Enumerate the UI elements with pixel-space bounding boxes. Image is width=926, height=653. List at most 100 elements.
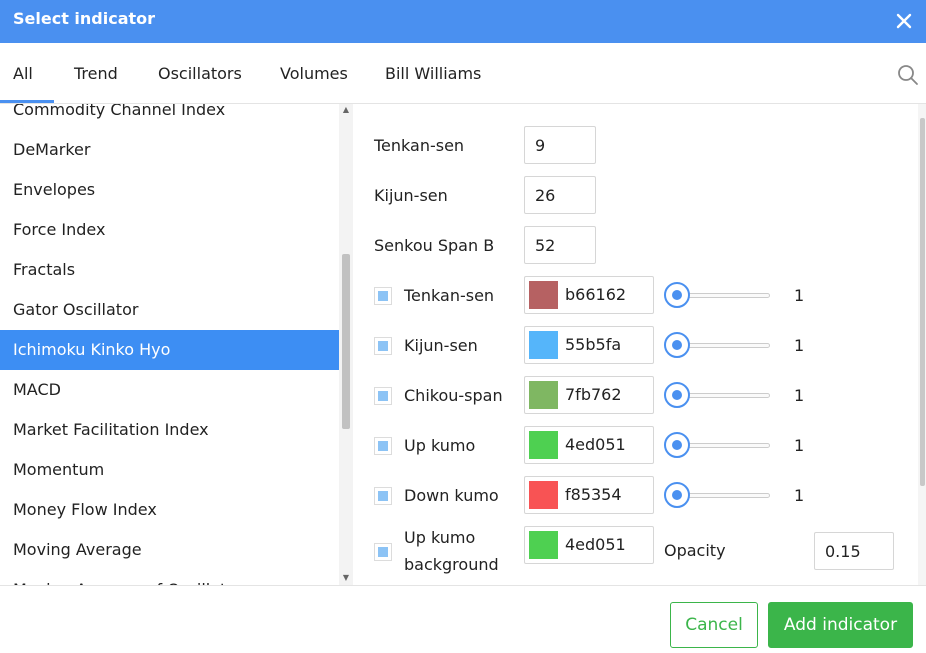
tenkan-period-input[interactable]	[524, 126, 596, 164]
opacity-input[interactable]	[814, 532, 894, 570]
list-item[interactable]: DeMarker	[0, 130, 339, 170]
kijun-width-slider[interactable]	[664, 332, 774, 358]
color-hex: b66162	[565, 285, 627, 304]
color-hex: 4ed051	[565, 435, 626, 454]
checkbox-fill	[378, 547, 388, 557]
tenkan-width-slider[interactable]	[664, 282, 774, 308]
cancel-button[interactable]: Cancel	[670, 602, 758, 648]
chikou-width-slider[interactable]	[664, 382, 774, 408]
tenkan-width-value: 1	[794, 286, 805, 305]
list-item[interactable]: Momentum	[0, 450, 339, 490]
category-tabs: All Trend Oscillators Volumes Bill Willi…	[0, 43, 926, 104]
color-swatch	[529, 531, 558, 559]
checkbox-fill	[378, 341, 388, 351]
add-indicator-button[interactable]: Add indicator	[768, 602, 913, 648]
slider-knob[interactable]	[664, 432, 690, 458]
kijun-period-input[interactable]	[524, 176, 596, 214]
list-item[interactable]: Market Facilitation Index	[0, 410, 339, 450]
list-item[interactable]: Fractals	[0, 250, 339, 290]
list-scrollbar[interactable]: ▲ ▼	[339, 104, 353, 585]
list-item[interactable]: Commodity Channel Index	[0, 104, 339, 130]
color-swatch	[529, 331, 558, 359]
up-kumo-color-picker[interactable]: 4ed051	[524, 426, 654, 464]
list-scrollbar-thumb[interactable]	[342, 254, 350, 429]
list-item-selected[interactable]: Ichimoku Kinko Hyo	[0, 330, 339, 370]
opacity-label: Opacity	[664, 541, 726, 560]
up-kumo-width-slider[interactable]	[664, 432, 774, 458]
background-label-line1: Up kumo	[404, 528, 476, 547]
settings-scrollbar-thumb[interactable]	[920, 118, 925, 486]
line-label-tenkan: Tenkan-sen	[404, 286, 495, 305]
slider-knob-dot	[672, 440, 682, 450]
line-label-chikou: Chikou-span	[404, 386, 503, 405]
down-kumo-width-slider[interactable]	[664, 482, 774, 508]
param-label-senkou: Senkou Span B	[374, 236, 495, 255]
checkbox-fill	[378, 441, 388, 451]
slider-track	[678, 393, 770, 398]
tab-trend[interactable]: Trend	[74, 64, 118, 83]
slider-track	[678, 493, 770, 498]
slider-knob[interactable]	[664, 282, 690, 308]
checkbox-fill	[378, 291, 388, 301]
slider-knob-dot	[672, 290, 682, 300]
senkou-period-input[interactable]	[524, 226, 596, 264]
list-item[interactable]: Moving Average	[0, 530, 339, 570]
slider-knob-dot	[672, 340, 682, 350]
checkbox-fill	[378, 391, 388, 401]
indicator-list: Commodity Channel Index DeMarker Envelop…	[0, 104, 353, 585]
down-kumo-color-picker[interactable]: f85354	[524, 476, 654, 514]
param-label-kijun: Kijun-sen	[374, 186, 448, 205]
list-item[interactable]: Gator Oscillator	[0, 290, 339, 330]
close-icon[interactable]	[890, 7, 918, 35]
tab-oscillators[interactable]: Oscillators	[158, 64, 242, 83]
list-item[interactable]: Envelopes	[0, 170, 339, 210]
kumo-background-color-picker[interactable]: 4ed051	[524, 526, 654, 564]
up-kumo-visible-checkbox[interactable]	[374, 437, 392, 455]
color-hex: 55b5fa	[565, 335, 622, 354]
active-tab-indicator	[0, 100, 54, 103]
settings-scrollbar[interactable]	[918, 104, 926, 585]
param-label-tenkan: Tenkan-sen	[374, 136, 465, 155]
tenkan-visible-checkbox[interactable]	[374, 287, 392, 305]
kijun-color-picker[interactable]: 55b5fa	[524, 326, 654, 364]
down-kumo-visible-checkbox[interactable]	[374, 487, 392, 505]
slider-track	[678, 343, 770, 348]
slider-knob[interactable]	[664, 482, 690, 508]
tab-volumes[interactable]: Volumes	[280, 64, 348, 83]
list-item[interactable]: Money Flow Index	[0, 490, 339, 530]
color-hex: 4ed051	[565, 535, 626, 554]
list-item[interactable]: MACD	[0, 370, 339, 410]
dialog-title: Select indicator	[13, 9, 156, 28]
color-hex: f85354	[565, 485, 622, 504]
chikou-visible-checkbox[interactable]	[374, 387, 392, 405]
slider-knob[interactable]	[664, 332, 690, 358]
list-item[interactable]: Moving Average of Oscillator	[0, 570, 339, 585]
tab-bill-williams[interactable]: Bill Williams	[385, 64, 481, 83]
search-icon[interactable]	[896, 63, 920, 87]
kijun-visible-checkbox[interactable]	[374, 337, 392, 355]
kijun-width-value: 1	[794, 336, 805, 355]
slider-knob-dot	[672, 490, 682, 500]
scroll-up-icon[interactable]: ▲	[342, 106, 350, 114]
dialog-footer: Cancel Add indicator	[0, 585, 926, 653]
line-label-up-kumo: Up kumo	[404, 436, 476, 455]
color-swatch	[529, 281, 558, 309]
line-label-down-kumo: Down kumo	[404, 486, 499, 505]
color-swatch	[529, 481, 558, 509]
up-kumo-width-value: 1	[794, 436, 805, 455]
slider-knob[interactable]	[664, 382, 690, 408]
line-label-kijun: Kijun-sen	[404, 336, 478, 355]
scroll-down-icon[interactable]: ▼	[342, 574, 350, 582]
tenkan-color-picker[interactable]: b66162	[524, 276, 654, 314]
tab-all[interactable]: All	[13, 64, 33, 83]
list-item[interactable]: Force Index	[0, 210, 339, 250]
chikou-width-value: 1	[794, 386, 805, 405]
color-hex: 7fb762	[565, 385, 622, 404]
chikou-color-picker[interactable]: 7fb762	[524, 376, 654, 414]
color-swatch	[529, 431, 558, 459]
slider-track	[678, 443, 770, 448]
slider-knob-dot	[672, 390, 682, 400]
kumo-background-checkbox[interactable]	[374, 543, 392, 561]
dialog-titlebar: Select indicator	[0, 0, 926, 43]
slider-track	[678, 293, 770, 298]
